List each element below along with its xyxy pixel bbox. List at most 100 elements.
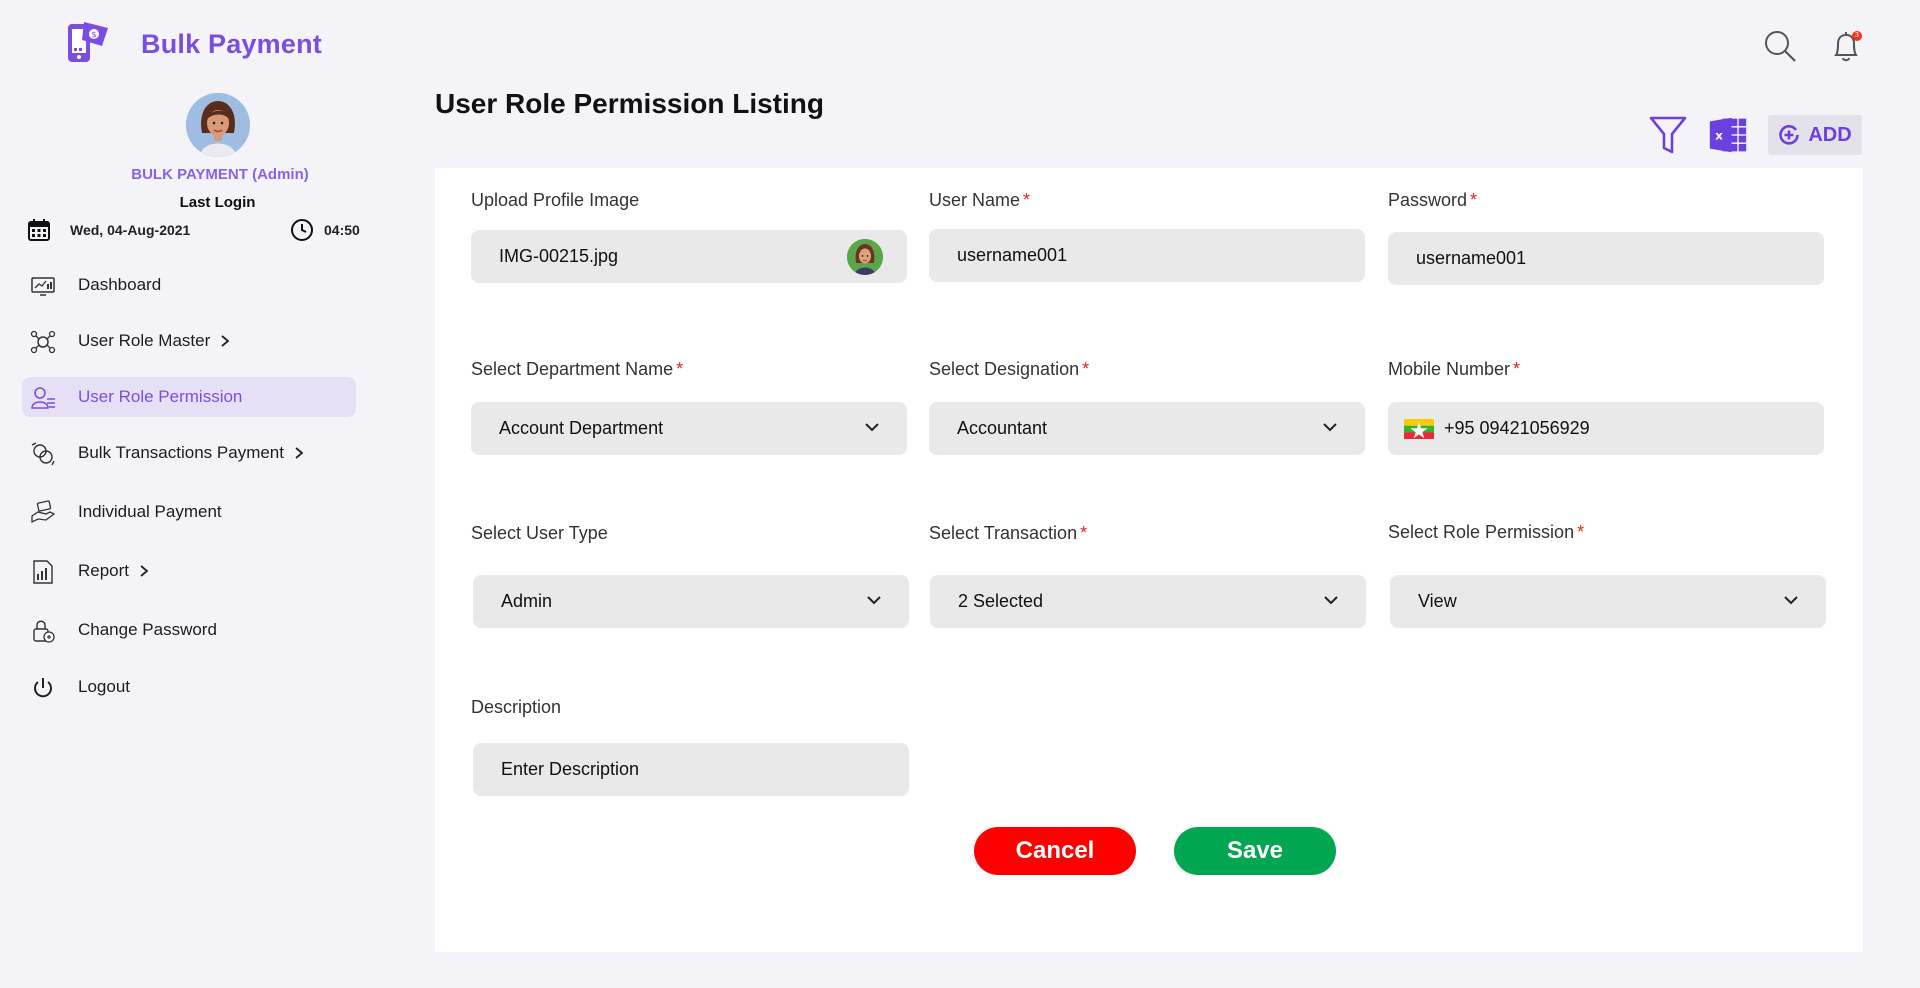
field-label: Select Role Permission — [1388, 522, 1575, 542]
required-marker: * — [1470, 190, 1478, 210]
transaction-field: Select Transaction * — [929, 523, 1365, 547]
user-avatar-icon — [847, 239, 883, 275]
mobile-number-input[interactable]: +95 09421056929 — [1388, 402, 1824, 455]
chevron-down-icon — [1784, 596, 1798, 605]
notification-button[interactable]: 3 — [1828, 28, 1864, 64]
mobile-number-field: Mobile Number * — [1388, 359, 1824, 383]
sidebar-item-logout[interactable]: Logout — [22, 667, 356, 707]
field-label: Upload Profile Image — [471, 190, 640, 210]
sidebar: $ Bulk Payment BULK PAYMENT (Admin) Last… — [0, 0, 380, 988]
user-name-field: User Name * — [929, 190, 1365, 214]
search-icon — [1765, 31, 1796, 62]
sidebar-item-user-role-permission[interactable]: User Role Permission — [22, 377, 356, 417]
excel-export-icon[interactable]: x — [1708, 114, 1748, 156]
avatar[interactable] — [186, 93, 250, 157]
sidebar-item-report[interactable]: Report — [22, 551, 356, 591]
cancel-button[interactable]: Cancel — [974, 827, 1136, 875]
required-marker: * — [1082, 359, 1090, 379]
add-button[interactable]: ADD — [1768, 115, 1862, 155]
last-login-row: Wed, 04-Aug-2021 04:50 — [28, 218, 368, 242]
role-permission-value: View — [1418, 591, 1457, 611]
svg-text:$: $ — [92, 30, 97, 39]
app-name: Bulk Payment — [141, 28, 322, 59]
user-role-master-icon — [30, 330, 56, 354]
profile-thumbnail — [847, 239, 883, 275]
description-placeholder: Enter Description — [501, 759, 640, 779]
user-type-select[interactable]: Admin — [473, 575, 909, 628]
password-input[interactable]: username001 — [1388, 232, 1824, 285]
designation-select[interactable]: Accountant — [929, 402, 1365, 455]
change-password-icon — [33, 620, 55, 643]
chevron-down-icon — [867, 596, 881, 605]
required-marker: * — [1577, 522, 1585, 542]
sidebar-item-label: Report — [78, 561, 130, 580]
user-avatar-icon — [186, 93, 250, 157]
sidebar-item-change-password[interactable]: Change Password — [22, 610, 356, 650]
individual-payment-icon — [31, 500, 56, 524]
sidebar-item-bulk-transactions-payment[interactable]: Bulk Transactions Payment — [22, 433, 356, 473]
mobile-number-value: +95 09421056929 — [1444, 418, 1590, 438]
field-label: Select User Type — [471, 523, 608, 543]
user-type-field: Select User Type — [471, 523, 907, 547]
profile-image-filename: IMG-00215.jpg — [499, 246, 619, 266]
description-input[interactable]: Enter Description — [473, 743, 909, 796]
clock-icon — [291, 219, 313, 241]
save-button[interactable]: Save — [1174, 827, 1336, 875]
transaction-select[interactable]: 2 Selected — [930, 575, 1366, 628]
page-title: User Role Permission Listing — [435, 88, 824, 119]
profile-image-upload[interactable]: IMG-00215.jpg — [471, 230, 907, 283]
field-label: Select Transaction — [929, 523, 1078, 543]
last-login-date: Wed, 04-Aug-2021 — [70, 222, 191, 238]
user-permission-icon — [31, 387, 55, 409]
user-type-value: Admin — [501, 591, 553, 611]
department-select[interactable]: Account Department — [471, 402, 907, 455]
calendar-icon — [28, 219, 50, 241]
sidebar-item-individual-payment[interactable]: Individual Payment — [22, 492, 356, 532]
chevron-down-icon — [1324, 596, 1338, 605]
designation-field: Select Designation * — [929, 359, 1365, 383]
field-label: User Name — [929, 190, 1021, 210]
filter-icon[interactable] — [1648, 114, 1688, 156]
last-login-time: 04:50 — [324, 222, 360, 238]
field-label: Password — [1388, 190, 1468, 210]
profile-image-field: Upload Profile Image — [471, 190, 907, 214]
add-button-label: ADD — [1808, 123, 1852, 146]
sidebar-item-label: Change Password — [78, 620, 217, 639]
sidebar-item-label: Dashboard — [78, 275, 162, 294]
required-marker: * — [1023, 190, 1031, 210]
dashboard-icon — [31, 277, 55, 296]
mobile-payment-logo-icon: $ — [68, 22, 108, 62]
chevron-down-icon — [865, 423, 879, 432]
brand[interactable]: $ Bulk Payment — [66, 20, 322, 68]
required-marker: * — [1513, 359, 1521, 379]
last-login-label: Last Login — [179, 194, 256, 211]
password-field: Password * — [1388, 190, 1824, 214]
chevron-right-icon — [221, 335, 230, 347]
sidebar-item-label: User Role Permission — [78, 387, 243, 406]
sidebar-item-label: User Role Master — [78, 331, 211, 350]
chevron-down-icon — [1323, 423, 1337, 432]
sidebar-item-user-role-master[interactable]: User Role Master — [22, 321, 356, 361]
sidebar-item-label: Individual Payment — [78, 502, 222, 521]
header-actions: 3 — [1762, 28, 1864, 64]
user-name-input[interactable]: username001 — [929, 229, 1365, 282]
description-field: Description — [471, 697, 907, 721]
role-permission-field: Select Role Permission * — [1388, 522, 1824, 546]
sidebar-item-dashboard[interactable]: Dashboard — [22, 265, 356, 305]
role-permission-select[interactable]: View — [1390, 575, 1826, 628]
search-button[interactable] — [1762, 28, 1798, 64]
toolbar: x ADD — [1648, 114, 1862, 156]
form-card: Upload Profile Image IMG-00215.jpg User … — [435, 168, 1863, 952]
required-marker: * — [1080, 523, 1088, 543]
myanmar-flag-icon[interactable] — [1404, 418, 1434, 439]
report-icon — [33, 560, 53, 584]
password-value: username001 — [1416, 248, 1527, 268]
field-label: Select Department Name — [471, 359, 674, 379]
chevron-right-icon — [140, 565, 149, 577]
power-icon — [34, 678, 52, 698]
save-button-label: Save — [1226, 837, 1284, 864]
department-field: Select Department Name * — [471, 359, 907, 383]
field-label: Mobile Number — [1388, 359, 1511, 379]
department-value: Account Department — [499, 418, 664, 438]
sidebar-item-label: Bulk Transactions Payment — [78, 443, 284, 462]
